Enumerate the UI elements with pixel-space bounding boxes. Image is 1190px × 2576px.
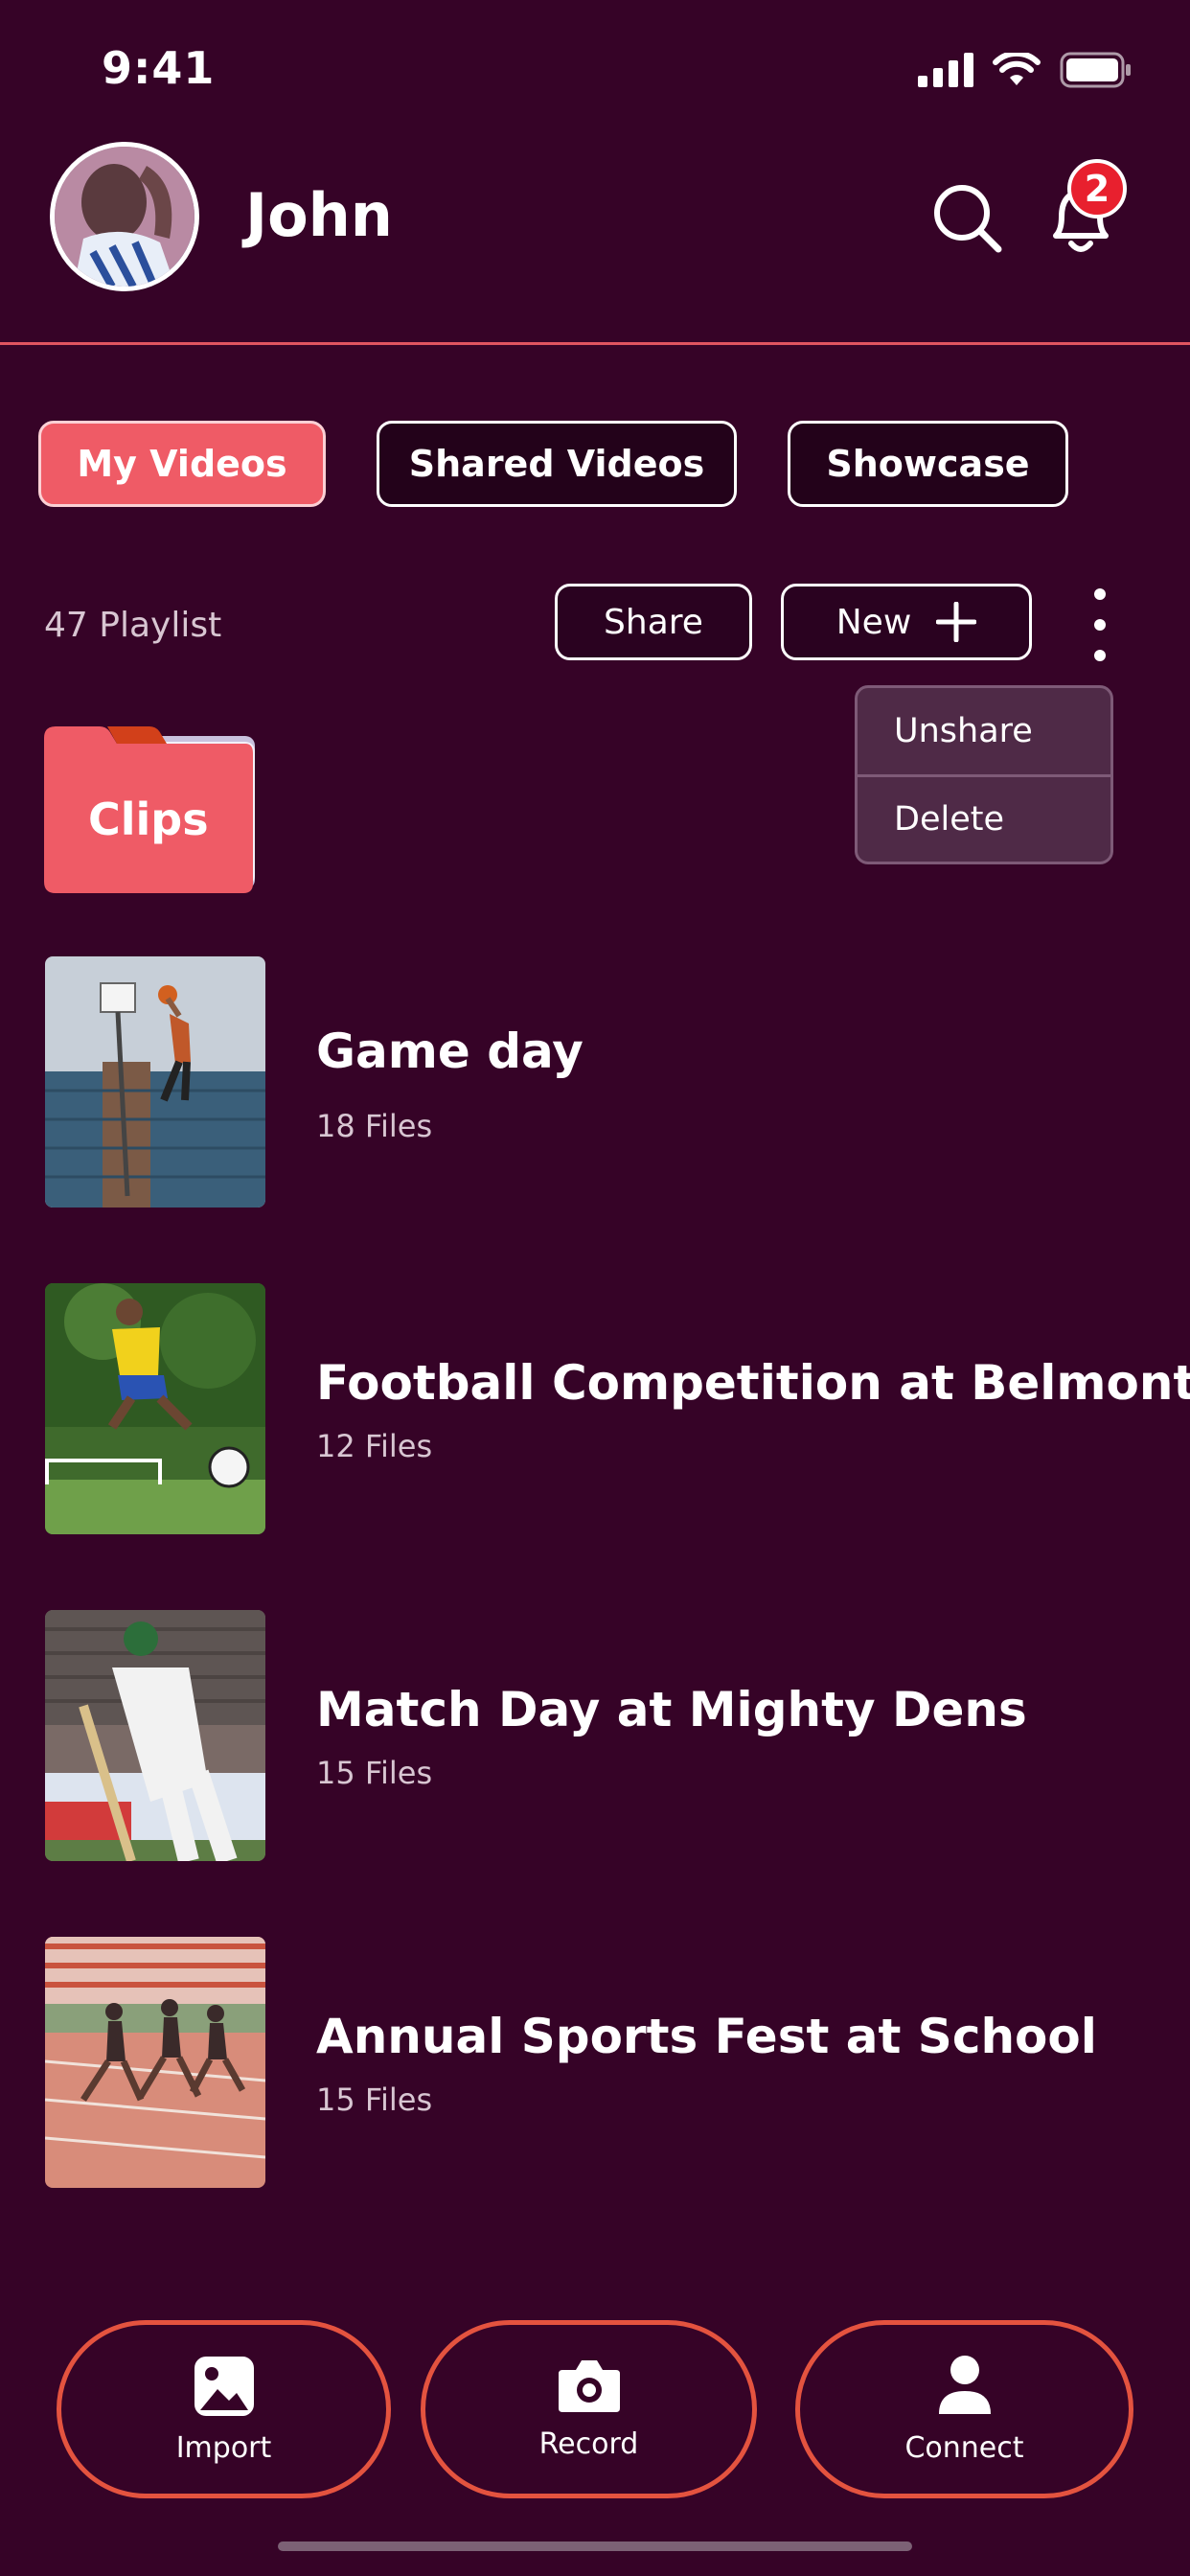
connect-label: Connect <box>904 2430 1024 2465</box>
search-button[interactable] <box>931 182 1004 255</box>
user-name: John <box>245 180 393 250</box>
new-button-label: New <box>835 602 912 642</box>
menu-item-unshare[interactable]: Unshare <box>858 688 1110 774</box>
new-button[interactable]: New <box>781 584 1032 660</box>
status-time: 9:41 <box>102 42 216 94</box>
folder-label: Clips <box>88 794 209 845</box>
tab-shared-videos[interactable]: Shared Videos <box>377 421 737 507</box>
record-button[interactable]: Record <box>421 2320 757 2498</box>
dot-icon <box>1094 588 1106 600</box>
more-options-button[interactable] <box>1083 588 1117 661</box>
playlist-thumbnail[interactable] <box>45 956 265 1208</box>
share-button[interactable]: Share <box>555 584 752 660</box>
image-icon <box>194 2356 254 2416</box>
dot-icon <box>1094 619 1106 631</box>
home-indicator[interactable] <box>278 2542 912 2551</box>
wifi-icon <box>993 53 1041 85</box>
football-thumbnail <box>45 1283 265 1534</box>
playlist-file-count: 12 Files <box>316 1428 433 1464</box>
basketball-thumbnail <box>45 956 265 1208</box>
connect-button[interactable]: Connect <box>795 2320 1133 2498</box>
search-icon <box>934 185 1002 253</box>
camera-icon <box>558 2359 620 2412</box>
tab-showcase[interactable]: Showcase <box>788 421 1068 507</box>
dot-icon <box>1094 650 1106 661</box>
battery-icon <box>1060 52 1131 88</box>
notification-badge: 2 <box>1067 159 1127 218</box>
playlist-thumbnail[interactable] <box>45 1283 265 1534</box>
playlist-count: 47 Playlist <box>44 606 222 645</box>
playlist-thumbnail[interactable] <box>45 1937 265 2188</box>
playlist-title: Game day <box>316 1024 584 1079</box>
import-button[interactable]: Import <box>57 2320 391 2498</box>
tab-my-videos[interactable]: My Videos <box>38 421 326 507</box>
header-divider <box>0 342 1190 345</box>
playlist-title: Football Competition at Belmont <box>316 1355 1190 1411</box>
playlist-file-count: 18 Files <box>316 1108 433 1144</box>
playlist-title: Annual Sports Fest at School <box>316 2009 1097 2064</box>
playlist-file-count: 15 Files <box>316 2082 433 2118</box>
person-icon <box>938 2355 991 2414</box>
signal-icon <box>918 53 973 87</box>
status-icons <box>918 52 1133 88</box>
record-label: Record <box>538 2426 639 2461</box>
playlist-thumbnail[interactable] <box>45 1610 265 1861</box>
share-button-label: Share <box>604 602 703 642</box>
avatar-image <box>55 147 195 287</box>
cricket-thumbnail <box>45 1610 265 1861</box>
menu-item-delete[interactable]: Delete <box>858 774 1110 861</box>
playlist-title: Match Day at Mighty Dens <box>316 1682 1027 1737</box>
athletics-thumbnail <box>45 1937 265 2188</box>
options-menu: Unshare Delete <box>855 685 1113 864</box>
avatar[interactable] <box>50 142 199 291</box>
import-label: Import <box>175 2430 272 2465</box>
plus-icon <box>936 602 977 642</box>
playlist-file-count: 15 Files <box>316 1755 433 1791</box>
